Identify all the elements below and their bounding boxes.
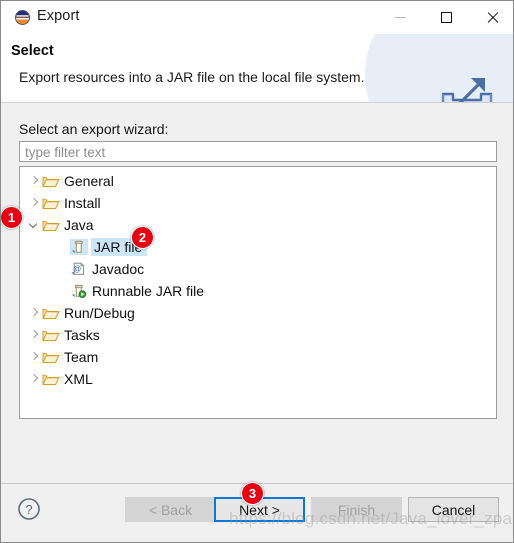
maximize-button[interactable] [423,1,469,33]
export-dialog: Export Select Export resources into a JA… [0,0,514,543]
minimize-icon [394,16,406,18]
tree-item-label: General [64,173,114,189]
tree-item-tasks[interactable]: Tasks [26,324,104,346]
annotation-badge-3: 3 [241,482,264,505]
tree-item-xml[interactable]: XML [26,368,97,390]
window-title: Export [37,8,80,24]
folder-icon [42,349,60,365]
folder-icon [42,327,60,343]
watermark: https://blog.csdn.net/Java_lover_zpark [229,509,514,528]
close-button[interactable] [469,1,513,33]
tree-item-team[interactable]: Team [26,346,102,368]
tree-item-label: Run/Debug [64,305,135,321]
tree-item-label: Team [64,349,99,365]
tree-item-label: Runnable JAR file [92,283,205,299]
tree-item-label: Javadoc [92,261,145,277]
export-wizard-icon [441,78,493,102]
filter-input[interactable] [19,141,497,162]
chevron-right-icon[interactable] [26,195,42,211]
eclipse-logo-icon [15,10,30,25]
page-description: Export resources into a JAR file on the … [19,69,365,85]
svg-text:?: ? [25,502,32,517]
tree-item-install[interactable]: Install [26,192,105,214]
page-title: Select [11,43,54,59]
dialog-body: Select an export wizard: General Install J… [1,103,513,483]
folder-icon [42,217,60,233]
chevron-right-icon[interactable] [26,327,42,343]
tree-item-run-debug[interactable]: Run/Debug [26,302,139,324]
tree-item-javadoc[interactable]: @ Javadoc [54,258,148,280]
chevron-right-icon[interactable] [26,371,42,387]
folder-icon [42,195,60,211]
title-bar: Export [1,1,513,34]
chevron-right-icon[interactable] [26,349,42,365]
runnable-jar-icon [70,283,88,299]
help-icon[interactable]: ? [17,497,41,521]
dialog-header: Select Export resources into a JAR file … [1,34,513,103]
tree-item-label: Tasks [64,327,100,343]
minimize-button[interactable] [377,1,423,33]
javadoc-icon: @ [70,261,88,277]
chevron-down-icon[interactable] [26,217,42,233]
wizard-select-label: Select an export wizard: [19,121,169,137]
tree-item-java[interactable]: Java [26,214,98,236]
chevron-right-icon[interactable] [26,305,42,321]
tree-item-general[interactable]: General [26,170,118,192]
tree-item-label: XML [64,371,93,387]
tree-item-label: Java [64,217,94,233]
tree-item-label: Install [64,195,101,211]
jar-file-icon [70,239,88,255]
annotation-badge-2: 2 [131,226,154,249]
svg-text:@: @ [73,265,81,274]
close-icon [486,11,499,24]
chevron-right-icon[interactable] [26,173,42,189]
folder-icon [42,305,60,321]
wizard-tree[interactable]: General Install Java JAR file @ Javadoc Runnab… [19,166,497,419]
annotation-badge-1: 1 [1,206,23,229]
folder-icon [42,173,60,189]
back-button[interactable]: < Back [125,497,216,522]
tree-item-runnable-jar-file[interactable]: Runnable JAR file [54,280,208,302]
maximize-icon [440,11,452,23]
folder-icon [42,371,60,387]
